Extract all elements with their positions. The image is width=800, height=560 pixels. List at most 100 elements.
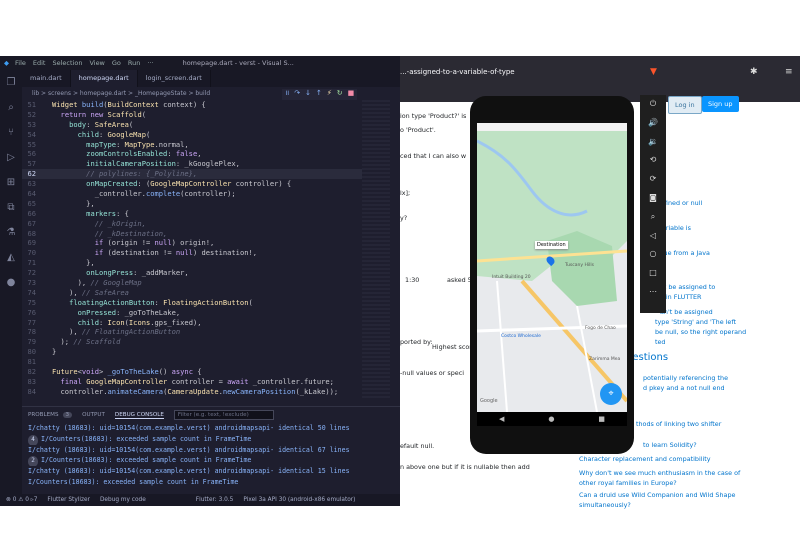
page-text-fragment[interactable]: efined or null <box>660 199 702 207</box>
page-text-fragment[interactable]: simultaneously? <box>579 501 631 509</box>
zoom-icon[interactable]: ⌕ <box>640 208 666 227</box>
power-icon[interactable]: ⏻ <box>640 95 666 114</box>
home-icon[interactable]: ○ <box>640 245 666 264</box>
run-debug-icon[interactable]: ▷ <box>0 145 22 170</box>
rotate-right-icon[interactable]: ⟳ <box>640 170 666 189</box>
code-line[interactable]: 66 markers: { <box>22 209 362 219</box>
pause-icon[interactable]: ॥ <box>285 89 289 100</box>
page-text-fragment[interactable]: thods of linking two shifter <box>636 420 721 428</box>
status-flutter-version[interactable]: Flutter: 3.0.5 <box>196 497 234 503</box>
code-line[interactable]: 55 mapType: MapType.normal, <box>22 140 362 150</box>
code-line[interactable]: 64 _controller.complete(controller); <box>22 189 362 199</box>
page-text-fragment[interactable]: type 'String' and 'The left <box>655 318 736 326</box>
code-line[interactable]: 51 Widget build(BuildContext context) { <box>22 100 362 110</box>
gps-fixed-fab[interactable]: ⌖ <box>600 383 622 405</box>
menu-more[interactable]: ··· <box>147 59 153 67</box>
source-control-icon[interactable]: ⑂ <box>0 120 22 145</box>
remote-icon[interactable]: ⧉ <box>0 195 22 220</box>
page-text-fragment[interactable]: n't be assigned to <box>658 283 715 291</box>
hot-reload-icon[interactable]: ⚡ <box>327 89 332 100</box>
status-debug[interactable]: Debug my code <box>100 497 146 503</box>
map-screen[interactable]: Destination Intuit Building 20 Costco Wh… <box>477 123 627 412</box>
code-line[interactable]: 79 ); // Scaffold <box>22 337 362 347</box>
stop-icon[interactable]: ■ <box>348 89 355 100</box>
volume-up-icon[interactable]: 🔊 <box>640 114 666 133</box>
google-map[interactable] <box>477 131 627 412</box>
page-text-fragment[interactable]: ilue from a Java <box>660 249 710 257</box>
code-line[interactable]: 84 controller.animateCamera(CameraUpdate… <box>22 387 362 397</box>
page-text-fragment[interactable]: Why don't we see much enthusiasm in the … <box>579 469 740 477</box>
explorer-icon[interactable]: ❐ <box>0 70 22 95</box>
github-icon[interactable]: ● <box>0 270 22 295</box>
menu-selection[interactable]: Selection <box>52 59 82 67</box>
step-out-icon[interactable]: ↑ <box>316 89 322 100</box>
code-editor[interactable]: 51 Widget build(BuildContext context) {52… <box>22 100 362 398</box>
code-line[interactable]: 77 child: Icon(Icons.gps_fixed), <box>22 318 362 328</box>
search-icon[interactable]: ⌕ <box>0 95 22 120</box>
tab-login-screen-dart[interactable]: login_screen.dart <box>138 70 211 87</box>
code-line[interactable]: 67 // _kOrigin, <box>22 219 362 229</box>
code-line[interactable]: 75 floatingActionButton: FloatingActionB… <box>22 298 362 308</box>
status-device[interactable]: Pixel 3a API 30 (android-x86 emulator) <box>243 497 355 503</box>
restart-icon[interactable]: ↻ <box>337 89 343 100</box>
code-line[interactable]: 54 child: GoogleMap( <box>22 130 362 140</box>
code-line[interactable]: 69 if (origin != null) origin!, <box>22 238 362 248</box>
extensions-icon[interactable]: ✱ <box>750 67 758 77</box>
more-icon[interactable]: ⋯ <box>640 283 666 302</box>
overview-icon[interactable]: □ <box>640 264 666 283</box>
code-line[interactable]: 57 initialCameraPosition: _kGooglePlex, <box>22 159 362 169</box>
code-line[interactable]: 65 }, <box>22 199 362 209</box>
tab-debug-console[interactable]: DEBUG CONSOLE <box>114 412 164 419</box>
code-line[interactable]: 78 ), // FloatingActionButton <box>22 327 362 337</box>
tab-main-dart[interactable]: main.dart <box>22 70 71 87</box>
code-line[interactable]: 74 ), // SafeArea <box>22 288 362 298</box>
code-line[interactable]: 71 }, <box>22 258 362 268</box>
code-line[interactable]: 80} <box>22 347 362 357</box>
menu-run[interactable]: Run <box>128 59 140 67</box>
brave-shield-icon[interactable]: ▼ <box>650 67 657 77</box>
back-icon[interactable]: ◁ <box>640 227 666 246</box>
menu-file[interactable]: File <box>15 59 26 67</box>
signup-button[interactable]: Sign up <box>702 96 739 112</box>
camera-icon[interactable]: ◙ <box>640 189 666 208</box>
recents-icon[interactable]: ■ <box>598 415 605 423</box>
code-line[interactable]: 73 ), // GoogleMap <box>22 278 362 288</box>
testing-icon[interactable]: ⚗ <box>0 220 22 245</box>
menu-edit[interactable]: Edit <box>33 59 46 67</box>
code-line[interactable]: 68 // _kDestination, <box>22 229 362 239</box>
debug-filter-input[interactable]: Filter (e.g. text, !exclude) <box>173 410 274 420</box>
login-button[interactable]: Log in <box>668 96 702 114</box>
flutter-icon[interactable]: ◭ <box>0 245 22 270</box>
minimap[interactable] <box>362 100 390 398</box>
page-text-fragment[interactable]: to learn Solidity? <box>643 441 697 449</box>
page-text-fragment[interactable]: d pkey and a not null end <box>643 384 725 392</box>
page-text-fragment[interactable]: Can a druid use Wild Companion and Wild … <box>579 491 735 499</box>
code-line[interactable]: 83 final GoogleMapController controller … <box>22 377 362 387</box>
status-problems[interactable]: ⊗ 0 ⚠ 0 ▹7 <box>6 497 37 503</box>
tab-problems[interactable]: PROBLEMS <box>28 412 59 418</box>
step-over-icon[interactable]: ↷ <box>294 89 300 100</box>
menu-icon[interactable]: ≡ <box>785 67 793 77</box>
code-line[interactable]: 53 body: SafeArea( <box>22 120 362 130</box>
page-text-fragment[interactable]: an't be assigned <box>660 308 713 316</box>
address-bar[interactable]: ...-assigned-to-a-variable-of-type <box>400 68 515 76</box>
code-line[interactable]: 76 onPressed: _goToTheLake, <box>22 308 362 318</box>
code-line[interactable]: 52 return new Scaffold( <box>22 110 362 120</box>
back-icon[interactable]: ◀ <box>499 415 504 423</box>
status-stylizer[interactable]: Flutter Stylizer <box>47 497 90 503</box>
page-text-fragment[interactable]: ted <box>655 338 666 346</box>
menu-view[interactable]: View <box>89 59 104 67</box>
page-text-fragment[interactable]: be null, so the right operand <box>655 328 746 336</box>
step-into-icon[interactable]: ↓ <box>305 89 311 100</box>
volume-down-icon[interactable]: 🔉 <box>640 133 666 152</box>
code-line[interactable]: 72 onLongPress: _addMarker, <box>22 268 362 278</box>
code-line[interactable]: 70 if (destination != null) destination!… <box>22 248 362 258</box>
code-line[interactable]: 63 onMapCreated: (GoogleMapController co… <box>22 179 362 189</box>
code-line[interactable]: 81 <box>22 357 362 367</box>
tab-output[interactable]: OUTPUT <box>82 412 105 418</box>
extensions-icon[interactable]: ⊞ <box>0 170 22 195</box>
code-line[interactable]: 62 // polylines: {_Polyline}, <box>22 169 362 180</box>
page-text-fragment[interactable]: potentially referencing the <box>643 374 728 382</box>
code-line[interactable]: 56 zoomControlsEnabled: false, <box>22 149 362 159</box>
tab-homepage-dart[interactable]: homepage.dart <box>70 70 138 87</box>
